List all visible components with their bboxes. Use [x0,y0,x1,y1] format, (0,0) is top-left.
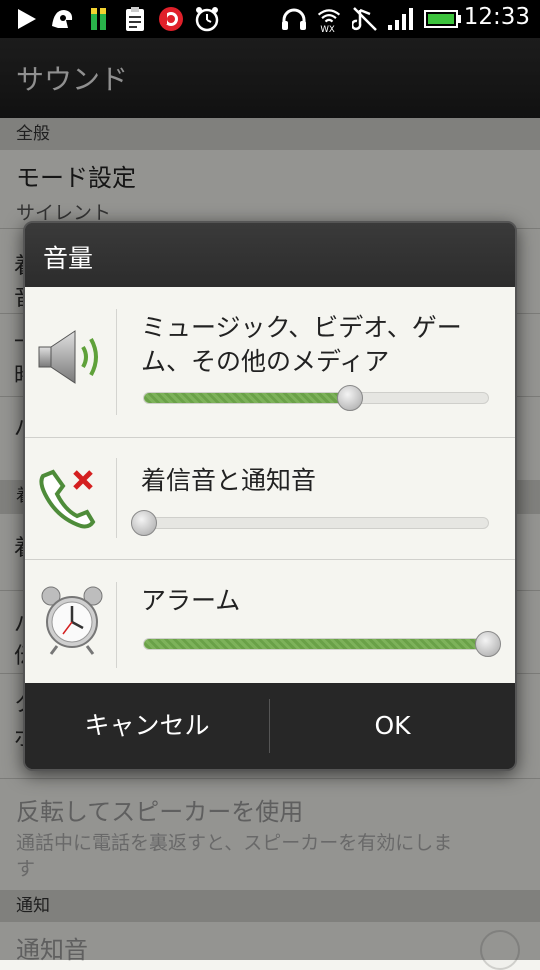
media-volume-slider[interactable] [143,385,489,411]
speaker-icon [38,330,98,384]
alarm-clock-icon [195,7,219,32]
signal-meter-icon [91,8,106,30]
clock-time: 12:33 [463,4,530,30]
item-separator [116,582,117,668]
app-icon [52,10,73,28]
wifi-icon: WX [317,9,341,32]
ringer-volume-slider[interactable] [131,510,489,536]
volume-dialog: 音量 ミュージック、ビデオ、ゲーム、その他のメディア 着信音と通知音 アラーム … [23,221,517,771]
dialog-title: 音量 [43,244,94,273]
item-separator [116,309,117,415]
battery-icon [424,10,461,28]
slider-thumb[interactable] [131,510,157,536]
beats-icon [159,7,183,31]
ok-button[interactable]: OK [270,683,515,769]
volume-label-media: ミュージック、ビデオ、ゲーム、その他のメディア [141,313,462,376]
clipboard-icon [126,7,144,31]
play-icon [18,9,36,29]
dialog-header: 音量 [25,223,515,287]
slider-fill [144,393,351,403]
slider-thumb[interactable] [475,631,501,657]
item-separator [116,458,117,538]
volume-item-alarm: アラーム [25,560,515,683]
volume-item-ringer: 着信音と通知音 [25,438,515,558]
mute-icon [352,7,377,31]
dialog-body: ミュージック、ビデオ、ゲーム、その他のメディア 着信音と通知音 アラーム [25,287,515,683]
cancel-button[interactable]: キャンセル [25,683,269,769]
cell-signal-icon [388,8,413,30]
volume-label-ringer: 着信音と通知音 [141,466,317,495]
slider-fill [144,639,488,649]
volume-label-alarm: アラーム [141,586,241,615]
status-bar: WX 12:33 [0,0,540,38]
headphones-icon [282,8,306,30]
volume-item-media: ミュージック、ビデオ、ゲーム、その他のメディア [25,287,515,437]
dialog-footer: キャンセル OK [25,683,515,769]
svg-text:WX: WX [320,25,335,32]
dim-overlay-top [0,38,540,118]
slider-thumb[interactable] [337,385,364,411]
alarm-volume-slider[interactable] [143,631,501,657]
ringer-off-icon [39,469,96,529]
alarm-clock-icon [41,586,103,655]
